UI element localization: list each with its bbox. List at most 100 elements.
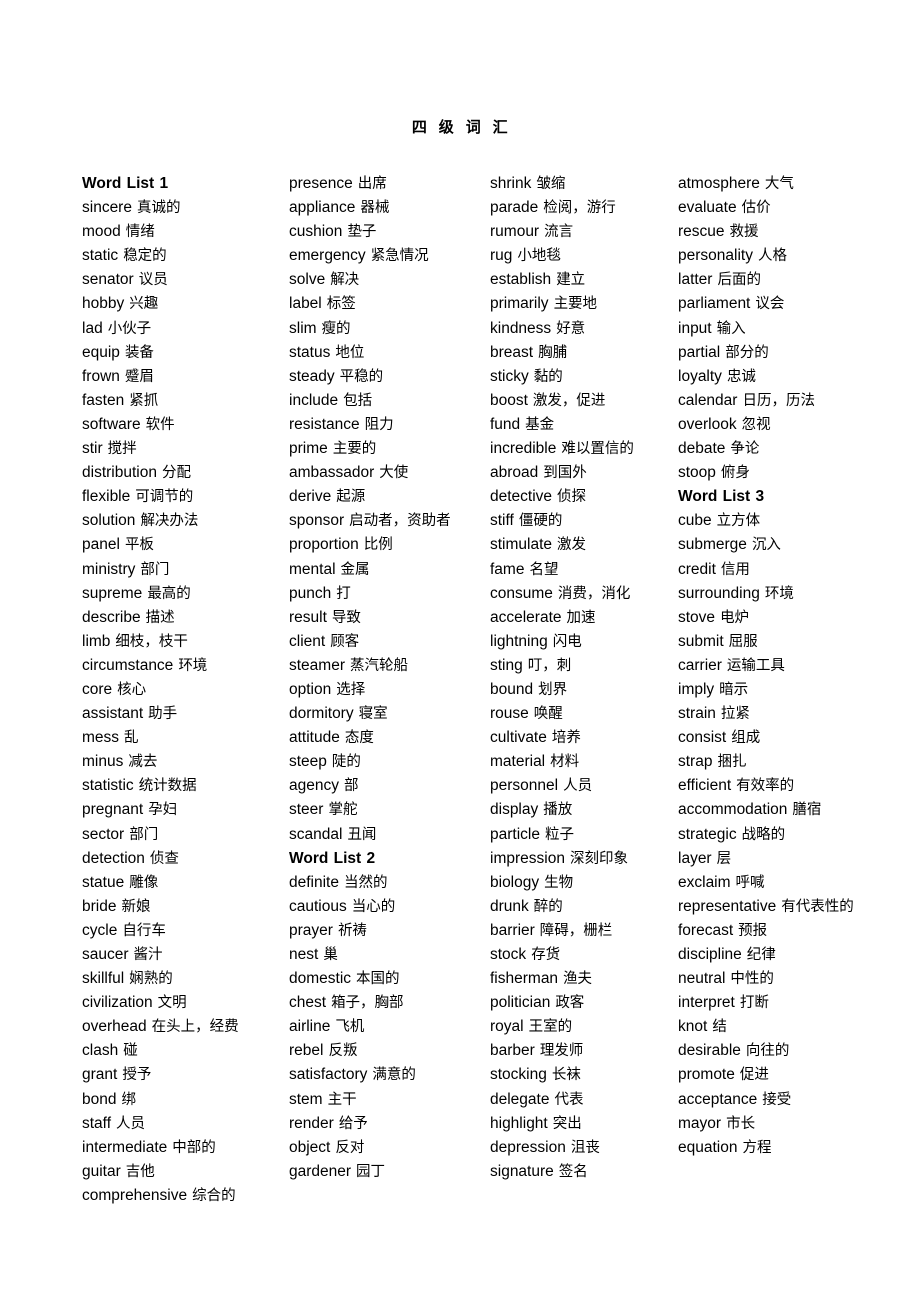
entry-word: abroad — [490, 464, 539, 482]
entry-definition: 瘦的 — [321, 320, 351, 337]
vocabulary-entry: status 地位 — [289, 341, 484, 365]
vocabulary-entry: incredible 难以置信的 — [490, 437, 670, 461]
vocabulary-entry: bond 绑 — [82, 1088, 282, 1112]
entry-definition: 材料 — [550, 754, 580, 771]
vocabulary-entry: rescue 救援 — [678, 220, 878, 244]
entry-definition: 预报 — [738, 922, 768, 939]
entry-word: politician — [490, 994, 551, 1012]
vocabulary-entry: senator 议员 — [82, 268, 282, 292]
vocabulary-entry: depression 沮丧 — [490, 1136, 670, 1160]
vocabulary-entry: evaluate 估价 — [678, 196, 878, 220]
entry-definition: 市长 — [726, 1115, 756, 1132]
vocabulary-entry: submerge 沉入 — [678, 533, 878, 557]
entry-word: core — [82, 680, 113, 698]
entry-definition: 雕像 — [129, 874, 159, 891]
vocabulary-entry: barber 理发师 — [490, 1039, 670, 1063]
vocabulary-entry: appliance 器械 — [289, 196, 484, 220]
vocabulary-entry: submit 屈服 — [678, 630, 878, 654]
vocabulary-entry: circumstance 环境 — [82, 654, 282, 678]
vocabulary-entry: parliament 议会 — [678, 292, 878, 316]
entry-definition: 箱子，胸部 — [331, 995, 404, 1012]
entry-word: accelerate — [490, 608, 562, 626]
entry-definition: 巢 — [323, 947, 338, 963]
entry-word: sincere — [82, 199, 132, 217]
entry-word: grant — [82, 1066, 118, 1084]
entry-word: render — [289, 1114, 334, 1132]
entry-definition: 解决 — [330, 272, 360, 289]
vocabulary-entry: slim 瘦的 — [289, 317, 484, 341]
vocabulary-entry: pregnant 孕妇 — [82, 798, 282, 822]
entry-word: include — [289, 391, 339, 409]
vocabulary-entry: royal 王室的 — [490, 1015, 670, 1039]
entry-definition: 名望 — [529, 561, 559, 578]
entry-word: consume — [490, 584, 553, 602]
entry-word: assistant — [82, 705, 144, 723]
vocabulary-entry: primarily 主要地 — [490, 292, 670, 316]
entry-definition: 侦探 — [557, 489, 587, 506]
vocabulary-entry: material 材料 — [490, 750, 670, 774]
entry-definition: 装备 — [124, 344, 154, 361]
entry-definition: 兴趣 — [129, 296, 159, 313]
entry-word: client — [289, 632, 326, 650]
vocabulary-entry: interpret 打断 — [678, 991, 878, 1015]
entry-definition: 深刻印象 — [569, 850, 628, 867]
entry-definition: 包括 — [343, 392, 373, 409]
entry-definition: 激发，促进 — [532, 392, 606, 409]
entry-definition: 小伙子 — [107, 320, 152, 337]
vocabulary-entry: intermediate 中部的 — [82, 1136, 282, 1160]
vocabulary-entry: personality 人格 — [678, 244, 878, 268]
entry-definition: 人格 — [757, 248, 787, 265]
vocabulary-entry: definite 当然的 — [289, 871, 484, 895]
entry-word: neutral — [678, 970, 726, 988]
entry-word: circumstance — [82, 656, 174, 674]
document-page: 四 级 词 汇 Word List 1 sincere 真诚的 mood 情绪 stati… — [0, 0, 920, 1302]
word-list-heading: Word List 3 — [678, 485, 878, 509]
entry-definition: 综合的 — [192, 1187, 236, 1204]
entry-definition: 打断 — [739, 995, 769, 1012]
vocabulary-entry: bound 划界 — [490, 678, 670, 702]
entry-definition: 吉他 — [125, 1163, 155, 1180]
entry-definition: 当心的 — [351, 898, 396, 915]
entry-definition: 忽视 — [741, 416, 771, 433]
entry-definition: 结 — [712, 1019, 727, 1036]
entry-definition: 僵硬的 — [518, 513, 563, 530]
vocabulary-column-2: presence 出席 appliance 器械 cushion 垫子 emergency 紧… — [289, 172, 484, 1184]
entry-word: acceptance — [678, 1090, 758, 1108]
entry-word: frown — [82, 367, 120, 385]
entry-word: dormitory — [289, 705, 354, 723]
entry-word: stoop — [678, 464, 716, 482]
entry-definition: 呼喊 — [735, 874, 765, 891]
vocabulary-entry: input 输入 — [678, 317, 878, 341]
vocabulary-entry: overhead 在头上，经费 — [82, 1015, 282, 1039]
vocabulary-entry: dormitory 寝室 — [289, 702, 484, 726]
vocabulary-entry: frown 蹙眉 — [82, 365, 282, 389]
vocabulary-entry: rug 小地毯 — [490, 244, 670, 268]
entry-word: static — [82, 247, 119, 265]
entry-word: punch — [289, 584, 332, 602]
entry-definition: 黏的 — [533, 368, 563, 385]
vocabulary-entry: sincere 真诚的 — [82, 196, 282, 220]
vocabulary-entry: stiff 僵硬的 — [490, 509, 670, 533]
vocabulary-entry: rumour 流言 — [490, 220, 670, 244]
entry-word: steady — [289, 367, 335, 385]
entry-definition: 理发师 — [539, 1043, 584, 1060]
entry-word: latter — [678, 271, 713, 289]
vocabulary-entry: static 稳定的 — [82, 244, 282, 268]
entry-word: steer — [289, 801, 324, 819]
vocabulary-entry: proportion 比例 — [289, 533, 484, 557]
entry-word: sticky — [490, 367, 529, 385]
entry-word: status — [289, 343, 331, 361]
vocabulary-entry: software 软件 — [82, 413, 282, 437]
vocabulary-entry: atmosphere 大气 — [678, 172, 878, 196]
entry-word: Word List 1 — [82, 175, 169, 192]
vocabulary-entry: agency 部 — [289, 774, 484, 798]
entry-definition: 暗示 — [719, 681, 749, 698]
entry-definition: 障碍，栅栏 — [539, 922, 613, 939]
entry-word: proportion — [289, 536, 359, 554]
entry-word: rebel — [289, 1042, 324, 1060]
entry-definition: 播放 — [543, 802, 573, 819]
entry-definition: 纪律 — [746, 947, 776, 963]
vocabulary-entry: acceptance 接受 — [678, 1088, 878, 1112]
vocabulary-entry: strain 拉紧 — [678, 702, 878, 726]
entry-word: exclaim — [678, 873, 731, 891]
